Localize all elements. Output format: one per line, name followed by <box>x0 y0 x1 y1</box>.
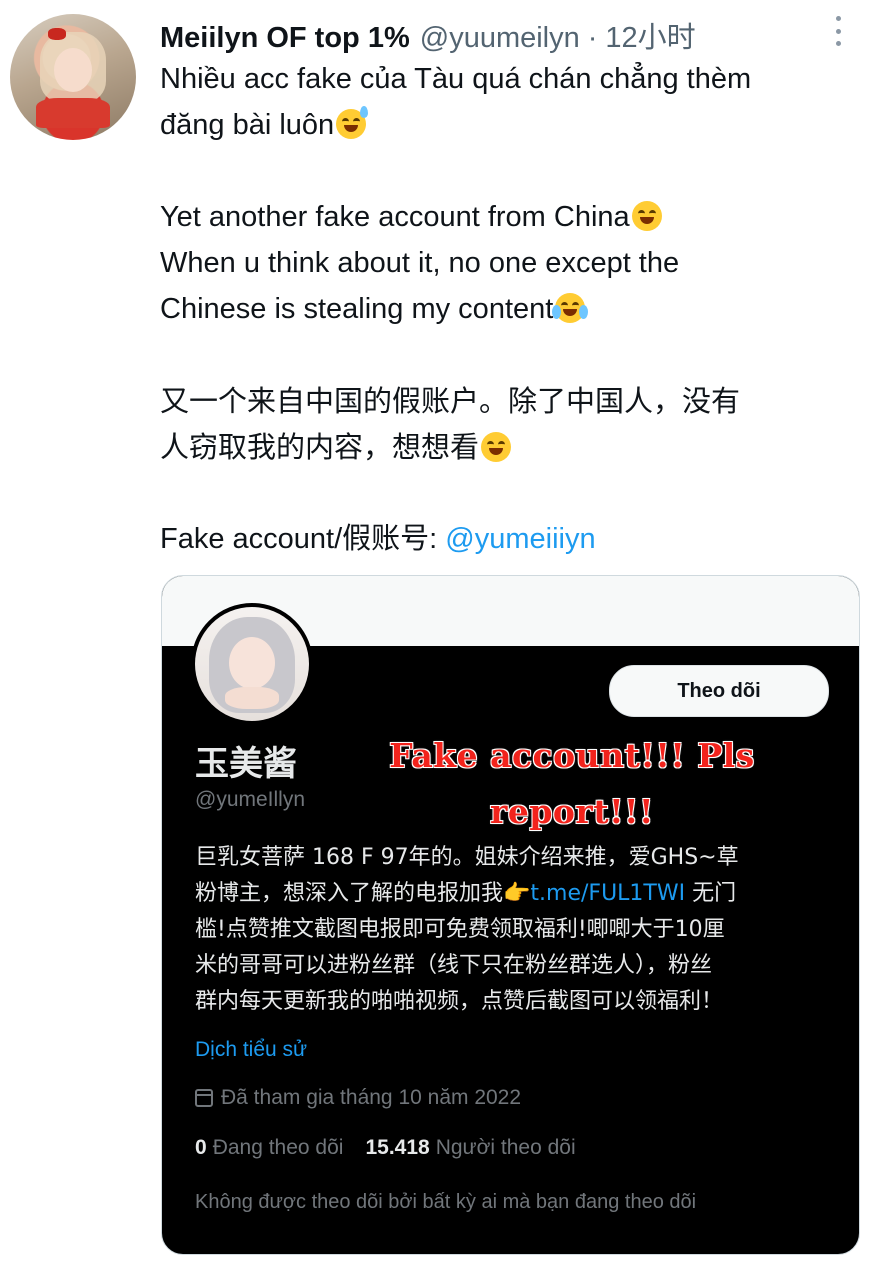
more-options-icon[interactable] <box>828 16 848 46</box>
tweet-line-text: 又一个来自中国的假账户。除了中国人，没有 <box>160 384 741 418</box>
pointing-hand-icon: 👉 <box>503 881 531 906</box>
follow-stats: 0 Đang theo dõi 15.418 Người theo dõi <box>195 1136 576 1160</box>
tweet-header: Meiilyn OF top 1% @yuumeilyn · 12小时 <box>160 14 696 54</box>
author-display-name[interactable]: Meiilyn OF top 1% <box>160 22 410 55</box>
fake-account-warning-overlay: Fake account!!! Pls report!!! <box>352 728 792 840</box>
bio-line: 粉博主，想深入了解的电报加我👉t.me/FUL1TWI 无门 <box>195 876 815 912</box>
tweet-line: Nhiều acc fake của Tàu quá chán chẳng th… <box>160 56 865 102</box>
avatar-bow <box>48 28 66 40</box>
bio-telegram-link: t.me/FUL1TWI <box>530 881 686 906</box>
grinning-sweat-emoji-icon <box>336 106 369 139</box>
tweet-line-text: Nhiều acc fake của Tàu quá chán chẳng th… <box>160 63 752 95</box>
tweet-line: 人窃取我的内容，想想看 <box>160 424 865 470</box>
profile-screenshot-card[interactable]: Theo dõi 玉美酱 @yumeIllyn Fake account!!! … <box>161 575 860 1255</box>
calendar-icon <box>195 1089 213 1107</box>
avatar-outfit <box>36 98 110 128</box>
fake-profile-bio: 巨乳女菩萨 168 F 97年的。姐妹介绍来推，爱GHS~草 粉博主，想深入了解… <box>195 840 815 1020</box>
fake-profile-avatar <box>191 603 313 725</box>
tweet-line: When u think about it, no one except the <box>160 240 865 286</box>
tweet-line: 又一个来自中国的假账户。除了中国人，没有 <box>160 378 865 424</box>
joined-date-text: Đã tham gia tháng 10 năm 2022 <box>221 1086 522 1109</box>
bio-text: 粉博主，想深入了解的电报加我 <box>195 881 504 906</box>
followers-label: Người theo dõi <box>435 1136 576 1159</box>
grinning-emoji-icon <box>481 432 512 462</box>
fake-account-mention[interactable]: @yumeiiiyn <box>445 523 595 555</box>
fake-profile-handle: @yumeIllyn <box>195 788 306 811</box>
bio-text: 无门 <box>685 881 737 906</box>
tweet-line-text: đăng bài luôn <box>160 109 335 141</box>
author-handle[interactable]: @yuumeilyn <box>420 22 580 55</box>
overlay-line: Fake account!!! Pls <box>389 736 755 775</box>
following-label: Đang theo dõi <box>212 1136 344 1159</box>
tweet-timestamp[interactable]: 12小时 <box>605 14 695 56</box>
overlay-line: report!!! <box>489 792 655 831</box>
tweet-line: Fake account/假账号: @yumeiiiyn <box>160 516 865 562</box>
tweet-line: Yet another fake account from China <box>160 194 865 240</box>
translate-bio-link: Dịch tiểu sử <box>195 1038 308 1061</box>
follow-button[interactable]: Theo dõi <box>609 665 829 717</box>
header-separator: · <box>587 22 598 54</box>
tweet-line-text: 人窃取我的内容，想想看 <box>160 430 480 464</box>
tweet-line-text: When u think about it, no one except the <box>160 247 680 279</box>
tweet-line-text: Chinese is stealing my content <box>160 293 554 325</box>
fake-account-label: Fake account/假账号: <box>160 523 446 555</box>
fake-profile-name: 玉美酱 <box>195 744 297 784</box>
not-followed-notice: Không được theo dõi bởi bất kỳ ai mà bạn… <box>195 1191 697 1213</box>
avatar-face <box>54 48 92 92</box>
tweet-text: Nhiều acc fake của Tàu quá chán chẳng th… <box>160 56 865 562</box>
followers-count: 15.418 <box>365 1136 430 1159</box>
bio-line: 米的哥哥可以进粉丝群（线下只在粉丝群选人），粉丝 <box>195 953 713 978</box>
tweet-line: Chinese is stealing my content <box>160 286 865 332</box>
tweet-line: đăng bài luôn <box>160 102 865 148</box>
following-count: 0 <box>195 1136 207 1159</box>
tears-of-joy-emoji-icon <box>552 293 589 323</box>
tweet-line-text: Yet another fake account from China <box>160 201 630 233</box>
author-avatar[interactable] <box>10 14 136 140</box>
joined-date: Đã tham gia tháng 10 năm 2022 <box>195 1086 521 1110</box>
bio-line: 群内每天更新我的啪啪视频，点赞后截图可以领福利！ <box>195 989 724 1014</box>
grinning-emoji-icon <box>631 201 662 231</box>
bio-line: 槛!点赞推文截图电报即可免费领取福利!唧唧大于10厘 <box>195 917 725 942</box>
bio-line: 巨乳女菩萨 168 F 97年的。姐妹介绍来推，爱GHS~草 <box>195 845 739 870</box>
